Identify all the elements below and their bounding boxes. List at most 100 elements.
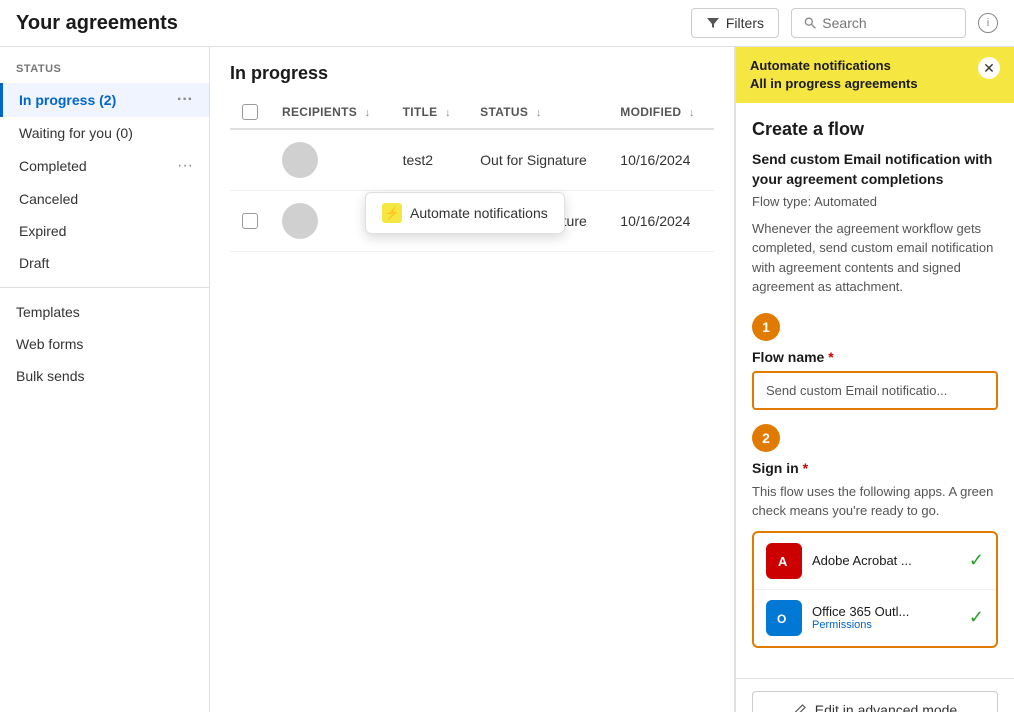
panel-footer: Edit in advanced mode: [736, 678, 1014, 712]
sign-in-label-text: Sign in: [752, 460, 799, 476]
sidebar-item-completed[interactable]: Completed ···: [0, 149, 209, 183]
sidebar-bulksends-label: Bulk sends: [16, 368, 84, 384]
row2-checkbox[interactable]: [242, 213, 258, 229]
row2-avatar: [282, 203, 318, 239]
flow-type: Flow type: Automated: [752, 194, 998, 209]
table-header-row: Recipients ↓ Title ↓ Status ↓ Modified: [230, 96, 714, 129]
outlook-name: Office 365 Outl...: [812, 604, 959, 619]
table-row: test2 Out for Signature 10/16/2024: [230, 129, 714, 191]
recipients-sort-icon[interactable]: ↓: [365, 107, 371, 119]
row1-title: test2: [403, 152, 433, 168]
th-recipients-label: Recipients: [282, 105, 357, 119]
row1-modified: 10/16/2024: [620, 152, 690, 168]
content-section-title: In progress: [230, 63, 328, 83]
search-icon: [804, 16, 816, 30]
row2-modified-cell: 10/16/2024: [608, 191, 714, 252]
outlook-permissions[interactable]: Permissions: [812, 619, 959, 631]
app-item-outlook[interactable]: O Office 365 Outl... Permissions ✓: [754, 590, 996, 646]
row2-modified: 10/16/2024: [620, 213, 690, 229]
right-panel: Automate notifications All in progress a…: [734, 47, 1014, 712]
th-status[interactable]: Status ↓: [468, 96, 608, 129]
sign-in-desc: This flow uses the following apps. A gre…: [752, 482, 998, 521]
filters-label: Filters: [726, 15, 764, 31]
status-sort-icon[interactable]: ↓: [536, 107, 542, 119]
search-input[interactable]: [822, 15, 953, 31]
row1-status-cell: Out for Signature: [468, 129, 608, 191]
sidebar-item-in-progress[interactable]: In progress (2) ···: [0, 83, 209, 117]
outlook-svg: O: [774, 608, 794, 628]
flow-name-label: Flow name *: [752, 349, 998, 365]
step-one-section: 1 Flow name *: [752, 313, 998, 410]
sign-in-required: *: [803, 460, 808, 476]
flow-name-label-text: Flow name: [752, 349, 824, 365]
tooltip-text: Automate notifications: [410, 205, 548, 221]
tooltip-bolt-icon: ⚡: [382, 203, 402, 223]
app-item-acrobat[interactable]: A Adobe Acrobat ... ✓: [754, 533, 996, 590]
info-icon[interactable]: i: [978, 13, 998, 33]
page-title: Your agreements: [16, 12, 691, 35]
sidebar-item-canceled[interactable]: Canceled: [0, 183, 209, 215]
sidebar-item-draft-label: Draft: [19, 255, 49, 271]
sidebar-item-expired-label: Expired: [19, 223, 66, 239]
sidebar-more-in-progress[interactable]: ···: [177, 91, 193, 109]
content-header: In progress: [210, 47, 734, 96]
acrobat-svg: A: [774, 551, 794, 571]
panel-close-button[interactable]: ✕: [978, 57, 1000, 79]
automate-tooltip[interactable]: ⚡ Automate notifications: [365, 192, 565, 234]
acrobat-icon: A: [766, 543, 802, 579]
th-checkbox: [230, 96, 270, 129]
sidebar-item-templates[interactable]: Templates: [0, 296, 209, 328]
outlook-info: Office 365 Outl... Permissions: [812, 604, 959, 631]
row1-avatar: [282, 142, 318, 178]
th-status-label: Status: [480, 105, 528, 119]
sidebar-item-web-forms[interactable]: Web forms: [0, 328, 209, 360]
step-two-section: 2 Sign in * This flow uses the following…: [752, 424, 998, 648]
row1-status: Out for Signature: [480, 152, 587, 168]
filters-button[interactable]: Filters: [691, 8, 779, 38]
modified-sort-icon[interactable]: ↓: [689, 107, 695, 119]
sidebar-webforms-label: Web forms: [16, 336, 83, 352]
search-box[interactable]: [791, 8, 966, 38]
pencil-icon: [793, 703, 807, 712]
edit-advanced-button[interactable]: Edit in advanced mode: [752, 691, 998, 712]
panel-header-line2: All in progress agreements: [750, 75, 918, 93]
table-area: Recipients ↓ Title ↓ Status ↓ Modified: [210, 96, 734, 712]
th-recipients[interactable]: Recipients ↓: [270, 96, 391, 129]
sign-in-label: Sign in *: [752, 460, 998, 476]
sidebar-item-bulk-sends[interactable]: Bulk sends: [0, 360, 209, 392]
flow-detail: Whenever the agreement workflow gets com…: [752, 219, 998, 297]
step-one-badge: 1: [752, 313, 780, 341]
th-title[interactable]: Title ↓: [391, 96, 469, 129]
row1-recipient-cell: [270, 129, 391, 191]
create-flow-title: Create a flow: [752, 119, 998, 140]
acrobat-name: Adobe Acrobat ...: [812, 553, 959, 568]
flow-description: Send custom Email notification with your…: [752, 150, 998, 189]
sidebar-item-draft[interactable]: Draft: [0, 247, 209, 279]
select-all-checkbox[interactable]: [242, 104, 258, 120]
th-modified[interactable]: Modified ↓: [608, 96, 714, 129]
row1-checkbox-cell: [230, 129, 270, 191]
title-sort-icon[interactable]: ↓: [445, 107, 451, 119]
sidebar-more-completed[interactable]: ···: [177, 157, 193, 175]
panel-header: Automate notifications All in progress a…: [736, 47, 1014, 103]
acrobat-check-icon: ✓: [969, 550, 984, 571]
sidebar-item-completed-label: Completed: [19, 158, 87, 174]
sidebar-item-in-progress-label: In progress (2): [19, 92, 116, 108]
outlook-icon: O: [766, 600, 802, 636]
top-bar: Your agreements Filters i: [0, 0, 1014, 47]
sidebar-item-expired[interactable]: Expired: [0, 215, 209, 247]
panel-header-line1: Automate notifications: [750, 57, 918, 75]
main-content: STATUS In progress (2) ··· Waiting for y…: [0, 47, 1014, 712]
th-modified-label: Modified: [620, 105, 681, 119]
tooltip-container: ⚡ Automate notifications: [365, 192, 565, 234]
flow-name-required: *: [828, 349, 833, 365]
flow-name-box: [752, 371, 998, 410]
svg-text:O: O: [777, 612, 786, 626]
sidebar: STATUS In progress (2) ··· Waiting for y…: [0, 47, 210, 712]
sidebar-item-waiting[interactable]: Waiting for you (0): [0, 117, 209, 149]
row1-title-cell[interactable]: test2: [391, 129, 469, 191]
row2-checkbox-cell: [230, 191, 270, 252]
sidebar-divider: [0, 287, 209, 288]
th-title-label: Title: [403, 105, 438, 119]
flow-name-input[interactable]: [756, 375, 994, 406]
